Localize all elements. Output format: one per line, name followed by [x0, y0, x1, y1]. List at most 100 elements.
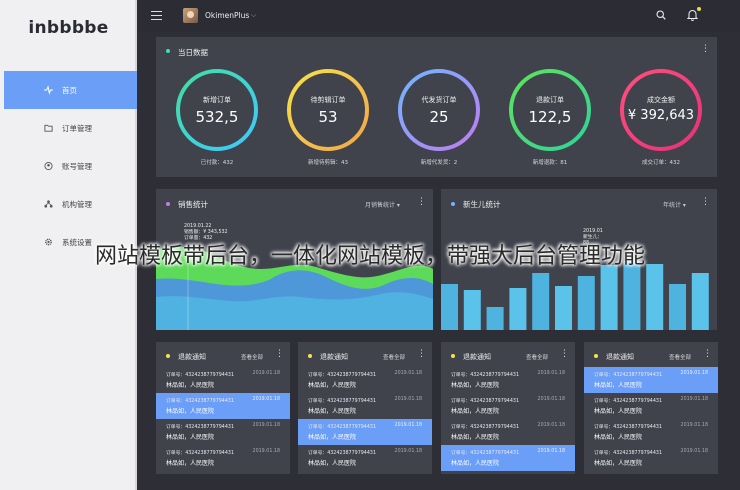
sidebar-item-label: 账号管理 [62, 161, 92, 171]
order-date: 2019.01.18 [252, 371, 280, 376]
order-date: 2019.01.18 [394, 397, 422, 402]
list-item[interactable]: 订单号：4324238779794431 2019.01.18 林品如，人民医院 [298, 445, 432, 471]
gauge-label: 成交金额 [647, 96, 675, 104]
list-item[interactable]: 订单号：4324238779794431 2019.01.18 林品如，人民医院 [441, 367, 575, 393]
menu-icon[interactable] [151, 11, 162, 20]
order-number: 订单号：4324238779794431 [308, 373, 377, 378]
period-select-label: 月销售统计 [365, 202, 396, 209]
customer-name: 林品如，人民医院 [166, 460, 215, 467]
card-title: 当日数据 [178, 48, 208, 57]
list-item[interactable]: 订单号：4324238779794431 2019.01.18 林品如，人民医院 [156, 419, 290, 445]
list-item[interactable]: 订单号：4324238779794431 2019.01.18 林品如，人民医院 [441, 445, 575, 471]
order-number: 订单号：4324238779794431 [166, 425, 235, 430]
bar [441, 284, 458, 330]
order-number: 订单号：4324238779794431 [594, 425, 663, 430]
card-title: 退款通知 [606, 353, 634, 361]
order-number: 订单号：4324238779794431 [308, 399, 377, 404]
list-item[interactable]: 订单号：4324238779794431 2019.01.18 林品如，人民医院 [156, 445, 290, 471]
gauge-subtext: 已付款：432 [200, 160, 234, 166]
more-options-icon[interactable] [275, 350, 283, 359]
username[interactable]: OkimenPlus [205, 11, 249, 20]
view-all-link[interactable]: 查看全部 [669, 353, 691, 361]
order-date: 2019.01.18 [537, 371, 565, 376]
order-date: 2019.01.18 [680, 423, 708, 428]
customer-name: 林品如，人民医院 [594, 434, 643, 441]
gauge-label: 代发货订单 [421, 96, 457, 104]
more-options-icon[interactable] [701, 45, 709, 54]
list-item[interactable]: 订单号：4324238779794431 2019.01.18 林品如，人民医院 [298, 419, 432, 445]
gauge-value: 25 [429, 108, 449, 126]
gauge-value: 53 [318, 108, 338, 126]
bell-icon[interactable] [687, 9, 698, 21]
topbar: OkimenPlus ⌵ [137, 0, 740, 32]
view-all-link[interactable]: 查看全部 [526, 353, 548, 361]
more-options-icon[interactable] [417, 198, 425, 207]
sidebar-item-label: 订单管理 [62, 123, 92, 133]
customer-name: 林品如，人民医院 [166, 408, 215, 415]
sidebar-item-home[interactable]: 首页 [4, 71, 137, 109]
view-all-link[interactable]: 查看全部 [241, 353, 263, 361]
more-options-icon[interactable] [417, 350, 425, 359]
period-select[interactable]: 月销售统计 ▾ [365, 200, 400, 209]
pulse-icon [44, 85, 53, 95]
order-date: 2019.01.18 [680, 371, 708, 376]
order-number: 订单号：4324238779794431 [451, 425, 520, 430]
gauge-label: 退款订单 [536, 96, 564, 104]
period-select[interactable]: 年统计 ▾ [663, 200, 686, 209]
list-item[interactable]: 订单号：4324238779794431 2019.01.18 林品如，人民医院 [441, 419, 575, 445]
order-number: 订单号：4324238779794431 [308, 425, 377, 430]
customer-name: 林品如，人民医院 [308, 382, 357, 389]
view-all-link[interactable]: 查看全部 [383, 353, 405, 361]
list-item[interactable]: 订单号：4324238779794431 2019.01.18 林品如，人民医院 [584, 367, 718, 393]
chevron-down-icon[interactable]: ⌵ [251, 11, 256, 20]
list-item[interactable]: 订单号：4324238779794431 2019.01.18 林品如，人民医院 [584, 393, 718, 419]
order-number: 订单号：4324238779794431 [594, 399, 663, 404]
sidebar-item-label: 机构管理 [62, 199, 92, 209]
list-item[interactable]: 订单号：4324238779794431 2019.01.18 林品如，人民医院 [156, 393, 290, 419]
refund-notice-card: 退款通知 查看全部订单号：4324238779794431 2019.01.18 林品… [441, 342, 575, 474]
order-date: 2019.01.18 [252, 449, 280, 454]
list-item[interactable]: 订单号：4324238779794431 2019.01.18 林品如，人民医院 [584, 419, 718, 445]
customer-name: 林品如，人民医院 [166, 434, 215, 441]
status-dot [166, 49, 170, 53]
gauge-subtext: 新增代发货：2 [420, 160, 458, 166]
customer-name: 林品如，人民医院 [594, 408, 643, 415]
customer-name: 林品如，人民医院 [166, 382, 215, 389]
sidebar-item-organizations[interactable]: 机构管理 [4, 185, 137, 223]
search-icon[interactable] [656, 10, 666, 20]
bar [486, 307, 504, 330]
avatar[interactable] [183, 8, 198, 23]
order-date: 2019.01.18 [680, 449, 708, 454]
bar [532, 273, 550, 330]
order-number: 订单号：4324238779794431 [451, 399, 520, 404]
sidebar-item-accounts[interactable]: 账号管理 [4, 147, 137, 185]
list-item[interactable]: 订单号：4324238779794431 2019.01.18 林品如，人民医院 [441, 393, 575, 419]
order-number: 订单号：4324238779794431 [308, 451, 377, 456]
watermark-banner: 网站模板带后台，一体化网站模板，带强大后台管理功能 [94, 244, 645, 269]
customer-name: 林品如，人民医院 [451, 434, 500, 441]
list-item[interactable]: 订单号：4324238779794431 2019.01.18 林品如，人民医院 [298, 367, 432, 393]
order-number: 订单号：4324238779794431 [166, 451, 235, 456]
daily-summary-card: 当日数据 新增订单 532,5 已付款：432 待剪辑订单 53 新增待剪辑：43 代发货订… [156, 37, 717, 177]
more-options-icon[interactable] [701, 198, 709, 207]
bar [577, 276, 595, 330]
customer-name: 林品如，人民医院 [594, 382, 643, 389]
order-date: 2019.01.18 [394, 371, 422, 376]
more-options-icon[interactable] [703, 350, 711, 359]
order-date: 2019.01.18 [680, 397, 708, 402]
order-number: 订单号：4324238779794431 [451, 451, 520, 456]
list-item[interactable]: 订单号：4324238779794431 2019.01.18 林品如，人民医院 [584, 445, 718, 471]
order-date: 2019.01.18 [252, 397, 280, 402]
card-title: 销售统计 [178, 200, 208, 209]
order-number: 订单号：4324238779794431 [594, 451, 663, 456]
gauge-value: 532,5 [195, 108, 239, 126]
sidebar-item-orders[interactable]: 订单管理 [4, 109, 137, 147]
customer-name: 林品如，人民医院 [308, 460, 357, 467]
gauge-subtext: 成交订单：432 [642, 160, 680, 166]
more-options-icon[interactable] [560, 350, 568, 359]
order-number: 订单号：4324238779794431 [451, 373, 520, 378]
list-item[interactable]: 订单号：4324238779794431 2019.01.18 林品如，人民医院 [298, 393, 432, 419]
order-number: 订单号：4324238779794431 [594, 373, 663, 378]
list-item[interactable]: 订单号：432423877979443​1 2019.01.18 林品如，人民医院 [156, 367, 290, 393]
gauge-subtext: 新增待剪辑：43 [308, 160, 348, 166]
